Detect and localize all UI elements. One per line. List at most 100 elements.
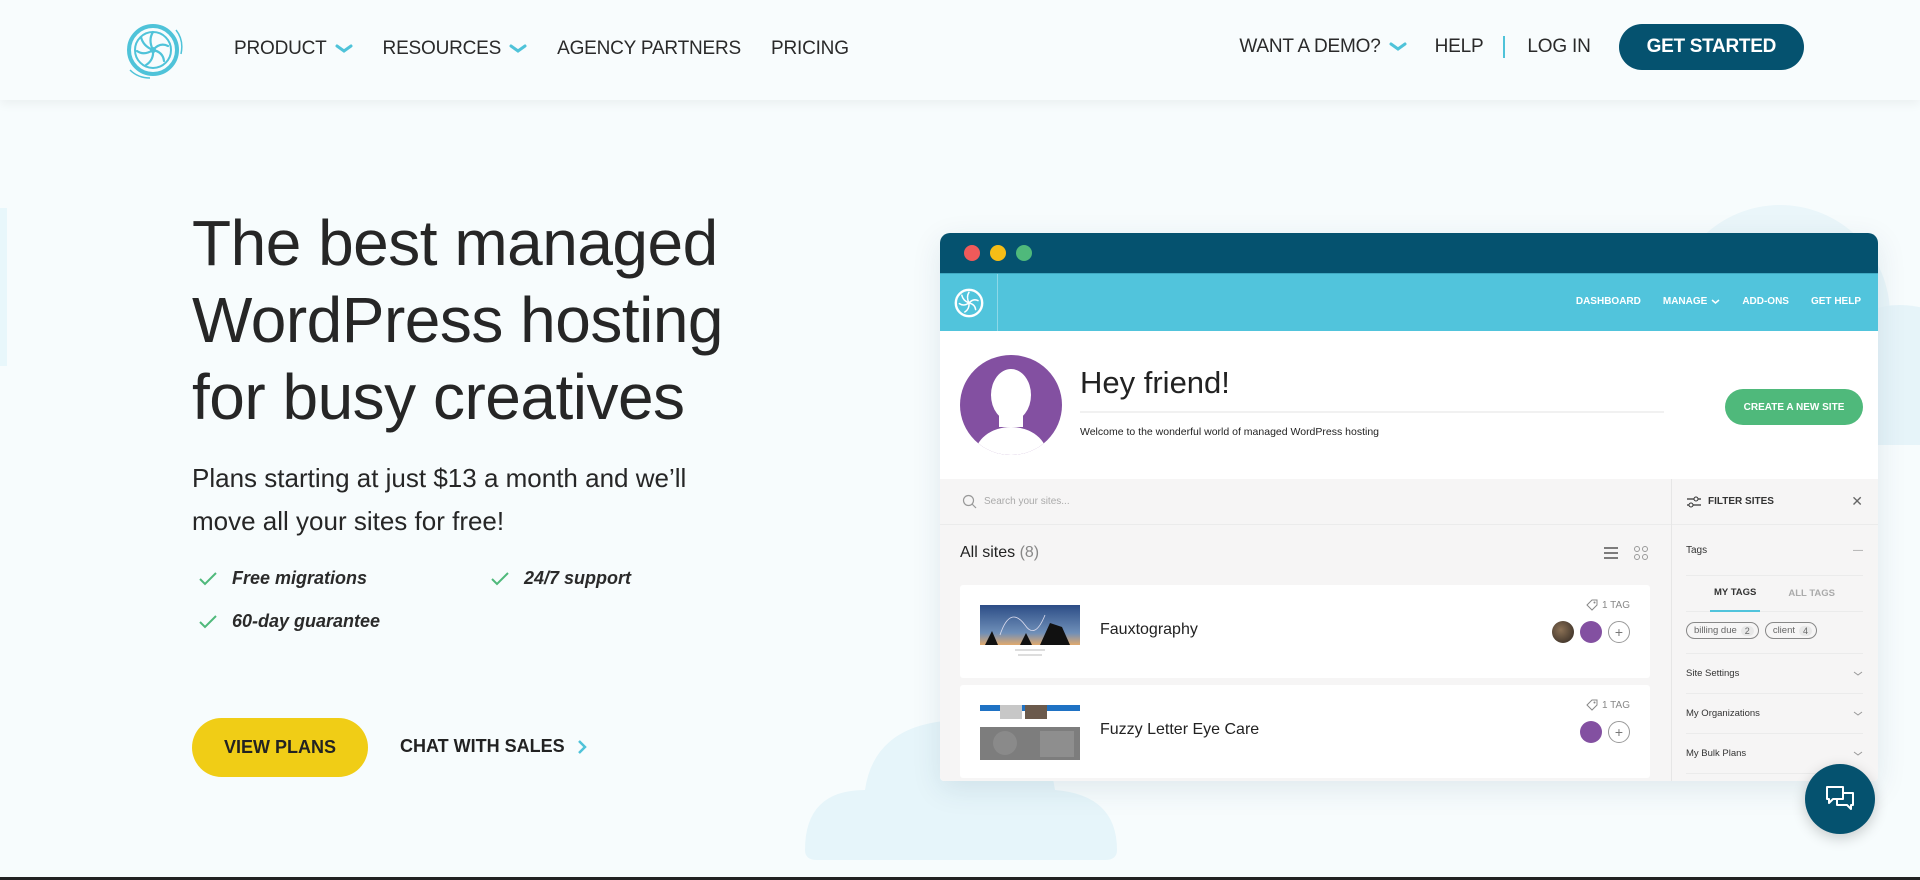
all-sites-title: All sites (8) — [960, 544, 1039, 562]
nav-pricing[interactable]: PRICING — [771, 38, 849, 60]
tag-chip[interactable]: client 4 — [1764, 622, 1818, 639]
chevron-down-icon — [1389, 42, 1407, 51]
site-card[interactable]: Fauxtography 1 TAG + — [960, 585, 1650, 678]
tag-chip-count: 4 — [1799, 625, 1813, 636]
tag-chip-label: billing due — [1694, 625, 1737, 636]
member-avatar — [1580, 721, 1602, 743]
feature-item: 24/7 support — [490, 568, 631, 589]
tag-icon — [1586, 599, 1598, 611]
view-plans-button[interactable]: VIEW PLANS — [192, 718, 368, 777]
nav-help-label: HELP — [1434, 36, 1484, 57]
accordion-label: Site Settings — [1686, 668, 1740, 679]
app-nav-manage-label: MANAGE — [1662, 296, 1708, 307]
nav-resources[interactable]: RESOURCES — [383, 38, 528, 60]
flywheel-logo-icon[interactable] — [124, 20, 184, 80]
site-card[interactable]: Fuzzy Letter Eye Care 1 TAG + — [960, 685, 1650, 778]
checkmark-icon — [491, 571, 509, 585]
tag-chips: billing due 2 client 4 — [1686, 611, 1863, 653]
app-nav-dashboard[interactable]: DASHBOARD — [1576, 296, 1641, 307]
hero-subtitle: Plans starting at just $13 a month and w… — [192, 457, 732, 543]
tag-chip-label: client — [1772, 625, 1795, 636]
checkmark-icon — [199, 571, 217, 585]
nav-product[interactable]: PRODUCT — [234, 38, 353, 60]
nav-agency-partners-label: AGENCY PARTNERS — [557, 38, 741, 59]
tags-label: Tags — [1686, 544, 1708, 556]
sites-header: All sites (8) — [940, 525, 1671, 581]
app-nav-get-help[interactable]: GET HELP — [1811, 296, 1861, 307]
accordion-my-organizations[interactable]: My Organizations — [1686, 694, 1863, 734]
collapse-icon[interactable]: — — [1853, 545, 1863, 556]
search-sites-input[interactable] — [984, 496, 1384, 507]
member-avatar — [1552, 621, 1574, 643]
tags-section: Tags — MY TAGS ALL TAGS billing due 2 cl… — [1686, 525, 1863, 654]
filter-title: FILTER SITES — [1708, 496, 1774, 507]
nav-divider — [1503, 36, 1506, 58]
create-new-site-button[interactable]: CREATE A NEW SITE — [1725, 389, 1863, 425]
grid-view-icon[interactable] — [1633, 545, 1649, 561]
app-logo[interactable] — [940, 274, 998, 332]
feature-label: 60-day guarantee — [232, 611, 381, 631]
greeting-divider — [1080, 411, 1664, 413]
window-minimize-dot — [990, 245, 1006, 261]
tag-icon — [1586, 699, 1598, 711]
greeting-heading: Hey friend! — [1080, 365, 1230, 400]
window-titlebar — [940, 233, 1878, 273]
feature-item: Free migrations — [198, 568, 367, 589]
list-view-icon[interactable] — [1603, 546, 1619, 560]
checkmark-icon — [199, 614, 217, 628]
user-avatar-icon — [960, 355, 1062, 455]
search-icon — [962, 494, 977, 508]
app-navbar: DASHBOARD MANAGE ADD-ONS GET HELP — [940, 273, 1878, 332]
accordion-site-settings[interactable]: Site Settings — [1686, 654, 1863, 694]
tab-all-tags[interactable]: ALL TAGS — [1784, 576, 1839, 612]
member-avatar — [1580, 621, 1602, 643]
site-members: + — [1552, 621, 1630, 643]
hero-subtitle-line: Plans starting at just $13 a month and w… — [192, 463, 687, 493]
chevron-down-icon — [1711, 298, 1720, 304]
chevron-down-icon — [509, 44, 527, 53]
tab-my-tags[interactable]: MY TAGS — [1709, 576, 1761, 612]
window-maximize-dot — [1016, 245, 1032, 261]
add-member-button[interactable]: + — [1608, 621, 1630, 643]
chat-with-sales-link[interactable]: CHAT WITH SALES — [400, 736, 587, 757]
close-icon[interactable]: ✕ — [1851, 493, 1863, 510]
header-actions: WANT A DEMO? HELP LOG IN GET STARTED — [1239, 24, 1804, 70]
sliders-icon — [1687, 496, 1701, 507]
nav-pricing-label: PRICING — [771, 38, 849, 59]
nav-login-label: LOG IN — [1527, 36, 1591, 57]
hero-title-line: WordPress hosting — [192, 284, 724, 356]
main-nav: PRODUCT RESOURCES AGENCY PARTNERS PRICIN… — [234, 38, 849, 60]
hero-subtitle-line: move all your sites for free! — [192, 506, 505, 536]
view-toggle — [1603, 545, 1649, 561]
site-tag-count: 1 TAG — [1586, 599, 1630, 611]
get-started-button[interactable]: GET STARTED — [1618, 24, 1804, 70]
flywheel-logo-icon — [954, 288, 983, 318]
filter-sites-panel: FILTER SITES ✕ Tags — MY TAGS ALL TAGS b… — [1671, 479, 1878, 781]
chevron-down-icon — [1853, 751, 1863, 756]
add-member-button[interactable]: + — [1608, 721, 1630, 743]
nav-agency-partners[interactable]: AGENCY PARTNERS — [557, 38, 741, 60]
app-nav-add-ons[interactable]: ADD-ONS — [1742, 296, 1789, 307]
tag-count-label: 1 TAG — [1602, 699, 1630, 711]
chevron-down-icon — [1853, 711, 1863, 716]
site-thumbnail — [980, 705, 1080, 760]
nav-help[interactable]: HELP — [1435, 36, 1484, 58]
site-name: Fuzzy Letter Eye Care — [1100, 721, 1260, 738]
accordion-label: My Bulk Plans — [1686, 748, 1747, 759]
accordion-label: My Organizations — [1686, 708, 1760, 719]
filter-header: FILTER SITES ✕ — [1672, 479, 1878, 525]
hero-title-line: for busy creatives — [192, 361, 685, 433]
chat-bubbles-icon — [1826, 786, 1854, 810]
chat-button[interactable] — [1805, 764, 1875, 834]
nav-product-label: PRODUCT — [234, 38, 327, 59]
chevron-down-icon — [335, 44, 353, 53]
app-nav-manage[interactable]: MANAGE — [1663, 296, 1720, 307]
hero-title-line: The best managed — [192, 207, 718, 279]
search-bar — [940, 479, 1671, 525]
nav-want-a-demo[interactable]: WANT A DEMO? — [1239, 36, 1407, 58]
chevron-down-icon — [1853, 671, 1863, 676]
dashboard-preview-window: DASHBOARD MANAGE ADD-ONS GET HELP Hey fr… — [940, 233, 1878, 781]
tags-header[interactable]: Tags — — [1686, 525, 1863, 575]
nav-log-in[interactable]: LOG IN — [1527, 36, 1590, 58]
tag-chip[interactable]: billing due 2 — [1686, 622, 1759, 639]
